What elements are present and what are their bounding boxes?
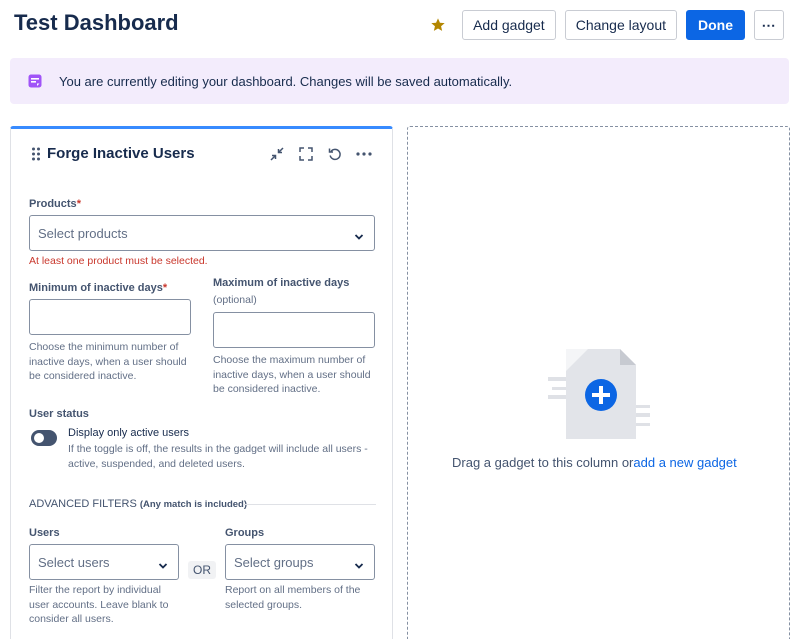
advanced-filters-title: ADVANCED FILTERS (29, 498, 137, 510)
users-select[interactable]: Select users (29, 544, 179, 580)
min-days-label: Minimum of inactive days* (29, 282, 167, 294)
done-button[interactable]: Done (686, 10, 745, 40)
dropzone-text-label: Drag a gadget to this column or (452, 455, 634, 470)
more-actions-button[interactable]: ⋯ (754, 10, 784, 40)
gadget-forge-inactive-users: Forge Inactive Users Products* Select pr… (10, 126, 393, 639)
min-days-help: Choose the minimum number of inactive da… (29, 341, 187, 382)
chevron-down-icon (158, 558, 168, 569)
users-placeholder: Select users (38, 554, 110, 570)
toggle-help: If the toggle is off, the results in the… (68, 443, 368, 470)
gadget-title: Forge Inactive Users (47, 145, 195, 162)
min-days-input[interactable] (29, 299, 191, 335)
products-placeholder: Select products (38, 225, 128, 241)
user-status-label: User status (29, 408, 89, 420)
editing-banner: You are currently editing your dashboard… (10, 58, 789, 104)
header-actions: Add gadget Change layout Done ⋯ (428, 10, 784, 40)
divider (243, 504, 376, 505)
groups-placeholder: Select groups (234, 554, 314, 570)
add-new-gadget-link[interactable]: add a new gadget (633, 455, 736, 470)
change-layout-button[interactable]: Change layout (564, 10, 677, 40)
max-days-optional: (optional) (213, 294, 257, 306)
chevron-down-icon (354, 229, 364, 240)
gadget-actions (269, 146, 372, 162)
active-users-toggle[interactable] (31, 430, 57, 446)
note-icon (28, 74, 42, 88)
more-icon[interactable] (356, 146, 372, 162)
add-gadget-illustration-icon (548, 349, 652, 443)
toggle-label: Display only active users (68, 427, 190, 439)
min-days-label-text: Minimum of inactive days (29, 282, 163, 294)
empty-column-dropzone[interactable]: Drag a gadget to this column oradd a new… (407, 126, 790, 639)
max-days-help: Choose the maximum number of inactive da… (213, 354, 371, 395)
drag-handle-icon[interactable] (31, 147, 41, 161)
products-label-text: Products (29, 198, 77, 210)
fullscreen-icon[interactable] (298, 146, 314, 162)
users-help: Filter the report by individual user acc… (29, 584, 169, 625)
groups-select[interactable]: Select groups (225, 544, 375, 580)
banner-text: You are currently editing your dashboard… (59, 73, 513, 89)
required-marker: * (76, 198, 81, 210)
required-marker: * (162, 282, 168, 294)
users-label: Users (29, 527, 60, 539)
products-error: At least one product must be selected. (29, 255, 208, 267)
gadget-header: Forge Inactive Users (11, 143, 392, 167)
groups-help: Report on all members of the selected gr… (225, 584, 361, 611)
max-days-label: Maximum of inactive days (213, 277, 350, 289)
or-separator: OR (188, 561, 216, 579)
chevron-down-icon (354, 558, 364, 569)
star-icon[interactable] (428, 15, 448, 35)
refresh-icon[interactable] (327, 146, 343, 162)
minimize-icon[interactable] (269, 146, 285, 162)
max-days-input[interactable] (213, 312, 375, 348)
groups-label: Groups (225, 527, 265, 539)
advanced-filters-note: (Any match is included) (139, 499, 247, 510)
products-label: Products* (29, 198, 81, 210)
advanced-filters-heading: ADVANCED FILTERS (Any match is included) (29, 498, 247, 510)
dropzone-text: Drag a gadget to this column oradd a new… (452, 455, 737, 470)
products-select[interactable]: Select products (29, 215, 375, 251)
page-title: Test Dashboard (14, 10, 179, 35)
add-gadget-button[interactable]: Add gadget (462, 10, 556, 40)
